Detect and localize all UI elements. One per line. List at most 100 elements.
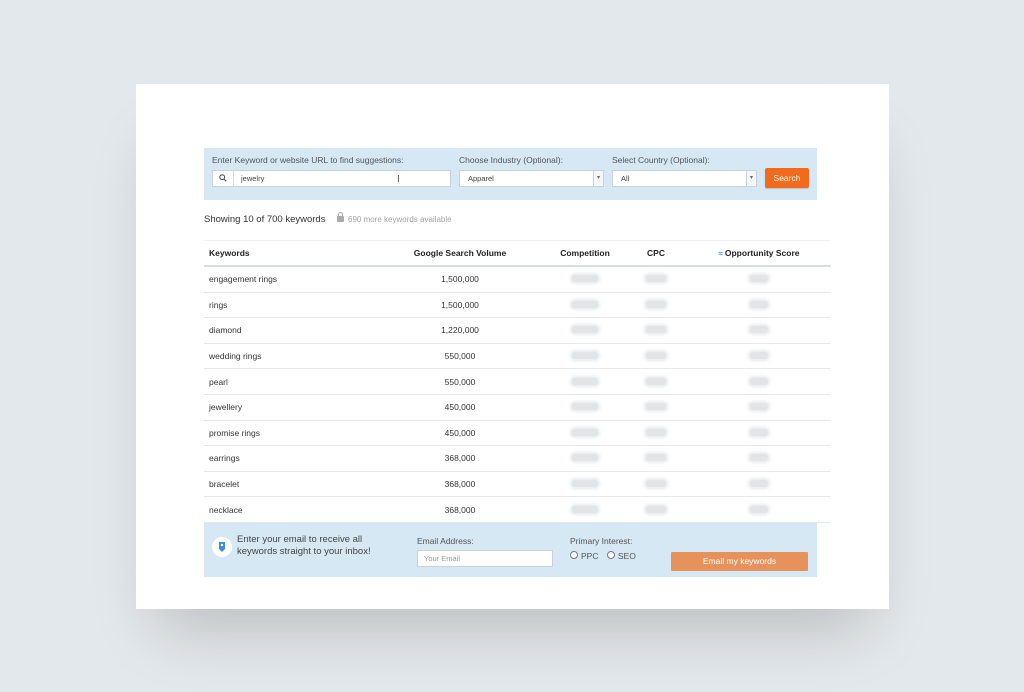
primary-interest-label: Primary Interest: xyxy=(570,535,633,546)
blurred-value xyxy=(646,377,666,385)
table-row: bracelet 368,000 xyxy=(204,471,831,498)
blurred-value xyxy=(646,275,666,283)
keyword-label: Enter Keyword or website URL to find sug… xyxy=(212,155,404,165)
table-row: wedding rings 550,000 xyxy=(204,343,831,370)
blurred-value xyxy=(646,352,666,360)
keyword-cell: bracelet xyxy=(204,471,375,498)
results-summary: Showing 10 of 700 keywords 690 more keyw… xyxy=(204,200,817,240)
keyword-cell: wedding rings xyxy=(204,343,375,370)
blurred-value xyxy=(572,326,598,334)
more-keywords-text: 690 more keywords available xyxy=(348,215,452,224)
industry-value: Apparel xyxy=(468,174,494,183)
radio-seo-label: SEO xyxy=(617,550,636,561)
competition-cell xyxy=(545,292,625,319)
keyword-cell: rings xyxy=(204,292,375,319)
volume-cell: 550,000 xyxy=(375,343,545,370)
volume-cell: 1,500,000 xyxy=(375,266,545,293)
cpc-cell xyxy=(625,394,687,421)
blurred-value xyxy=(572,505,598,513)
showing-count: Showing 10 of 700 keywords xyxy=(204,214,326,225)
keyword-cell: necklace xyxy=(204,496,375,523)
radio-circle-icon xyxy=(606,550,615,559)
opportunity-cell xyxy=(687,266,831,293)
blurred-value xyxy=(750,480,768,488)
keyword-cell: jewellery xyxy=(204,394,375,421)
cpc-cell xyxy=(625,368,687,395)
blurred-value xyxy=(646,300,666,308)
blurred-value xyxy=(750,377,768,385)
cpc-cell xyxy=(625,445,687,472)
radio-ppc[interactable]: PPC xyxy=(570,550,598,561)
keywords-table: Keywords Google Search Volume Competitio… xyxy=(204,240,831,523)
table-row: necklace 368,000 xyxy=(204,496,831,523)
competition-cell xyxy=(545,317,625,344)
blurred-value xyxy=(572,403,598,411)
tag-icon xyxy=(212,536,232,557)
blurred-value xyxy=(646,505,666,513)
keyword-cell: pearl xyxy=(204,368,375,395)
keyword-cell: promise rings xyxy=(204,420,375,447)
table-row: earrings 368,000 xyxy=(204,445,831,472)
opportunity-cell xyxy=(687,496,831,523)
blurred-value xyxy=(572,428,598,436)
opportunity-cell xyxy=(687,343,831,370)
header-opportunity: ≈ Opportunity Score xyxy=(687,240,831,267)
volume-cell: 1,220,000 xyxy=(375,317,545,344)
radio-circle-icon xyxy=(570,550,578,559)
card: Enter Keyword or website URL to find sug… xyxy=(136,84,889,609)
keyword-cell: earrings xyxy=(204,445,375,472)
radio-seo[interactable]: SEO xyxy=(606,550,636,561)
email-address-label: Email Address: xyxy=(417,535,474,546)
keyword-cell: engagement rings xyxy=(204,266,375,293)
volume-cell: 368,000 xyxy=(375,496,545,523)
opportunity-cell xyxy=(687,445,831,472)
header-competition: Competition xyxy=(545,240,625,267)
country-select[interactable]: All ▾ xyxy=(612,170,757,187)
cpc-cell xyxy=(625,343,687,370)
competition-cell xyxy=(545,496,625,523)
header-volume: Google Search Volume xyxy=(375,240,545,267)
volume-cell: 1,500,000 xyxy=(375,292,545,319)
volume-cell: 368,000 xyxy=(375,445,545,472)
competition-cell xyxy=(545,343,625,370)
cpc-cell xyxy=(625,471,687,498)
cpc-cell xyxy=(625,266,687,293)
competition-cell xyxy=(545,394,625,421)
blurred-value xyxy=(646,326,666,334)
industry-label: Choose Industry (Optional): xyxy=(459,155,563,165)
blurred-value xyxy=(646,403,666,411)
search-panel: Enter Keyword or website URL to find sug… xyxy=(204,148,817,200)
cpc-cell xyxy=(625,317,687,344)
blurred-value xyxy=(646,454,666,462)
opportunity-cell xyxy=(687,471,831,498)
search-icon xyxy=(213,171,234,186)
table-row: jewellery 450,000 xyxy=(204,394,831,421)
blurred-value xyxy=(572,300,598,308)
competition-cell xyxy=(545,420,625,447)
keyword-cell: diamond xyxy=(204,317,375,344)
text-cursor-icon: I xyxy=(397,174,400,185)
blurred-value xyxy=(750,403,768,411)
competition-cell xyxy=(545,445,625,472)
more-keywords: 690 more keywords available xyxy=(337,212,452,224)
competition-cell xyxy=(545,368,625,395)
blurred-value xyxy=(646,480,666,488)
blurred-value xyxy=(572,480,598,488)
header-opportunity-label: Opportunity Score xyxy=(724,248,800,258)
table-row: rings 1,500,000 xyxy=(204,292,831,319)
industry-select[interactable]: Apparel ▾ xyxy=(459,170,604,187)
blurred-value xyxy=(646,428,666,436)
cpc-cell xyxy=(625,292,687,319)
blurred-value xyxy=(572,377,598,385)
keyword-input[interactable]: jewelry I xyxy=(212,170,451,187)
email-keywords-button[interactable]: Email my keywords xyxy=(671,551,808,571)
table-row: diamond 1,220,000 xyxy=(204,317,831,344)
blurred-value xyxy=(750,454,768,462)
interest-options: PPC SEO xyxy=(570,550,642,561)
opportunity-cell xyxy=(687,420,831,447)
email-field[interactable]: Your Email xyxy=(417,549,553,567)
search-button[interactable]: Search xyxy=(765,168,809,188)
keyword-value: jewelry xyxy=(241,174,265,183)
blurred-value xyxy=(750,428,768,436)
keyword-tool: Enter Keyword or website URL to find sug… xyxy=(204,148,831,577)
